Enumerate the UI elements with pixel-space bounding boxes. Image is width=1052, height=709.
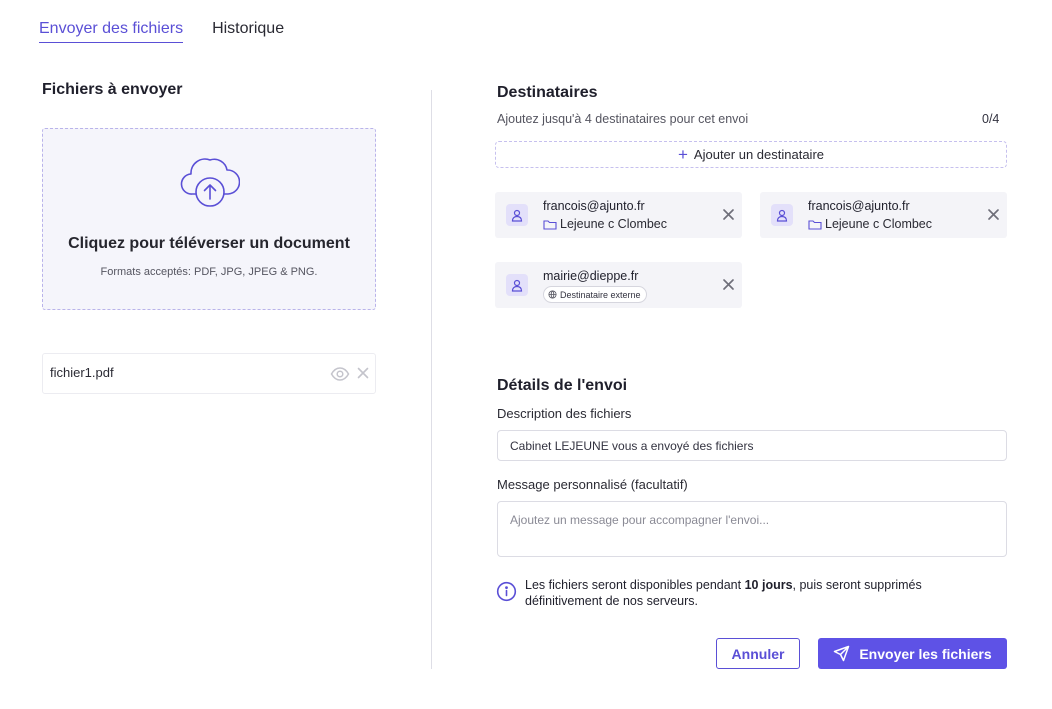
add-recipient-button[interactable]: + Ajouter un destinataire — [495, 141, 1007, 168]
info-icon — [496, 581, 517, 602]
description-input[interactable]: Cabinet LEJEUNE vous a envoyé des fichie… — [497, 430, 1007, 461]
send-files-button[interactable]: Envoyer les fichiers — [818, 638, 1007, 669]
user-icon — [506, 204, 528, 226]
tab-history[interactable]: Historique — [212, 20, 284, 43]
cancel-button[interactable]: Annuler — [716, 638, 800, 669]
tab-bar: Envoyer des fichiers Historique — [39, 20, 284, 43]
folder-icon — [808, 219, 822, 230]
remove-file-icon[interactable] — [356, 366, 370, 380]
recipient-email: mairie@dieppe.fr — [543, 269, 639, 283]
recipient-email: francois@ajunto.fr — [543, 199, 645, 213]
file-name: fichier1.pdf — [50, 365, 114, 380]
tab-send-files[interactable]: Envoyer des fichiers — [39, 20, 184, 43]
folder-icon — [543, 219, 557, 230]
recipients-count: 0/4 — [982, 112, 1000, 126]
recipient-folder: Lejeune c Clombec — [808, 217, 932, 231]
close-icon[interactable] — [987, 208, 1000, 221]
recipients-subtitle: Ajoutez jusqu'à 4 destinataires pour cet… — [497, 112, 749, 126]
close-icon[interactable] — [722, 278, 735, 291]
description-label: Description des fichiers — [497, 406, 632, 421]
message-label: Message personnalisé (facultatif) — [497, 477, 688, 492]
external-recipient-label: Destinataire externe — [560, 289, 641, 300]
recipient-card: francois@ajunto.fr Lejeune c Clombec — [760, 192, 1007, 238]
retention-duration: 10 jours — [744, 578, 793, 592]
recipient-card: francois@ajunto.fr Lejeune c Clombec — [495, 192, 742, 238]
column-divider — [431, 90, 432, 669]
recipient-card: mairie@dieppe.fr Destinataire externe — [495, 262, 742, 308]
globe-icon — [548, 290, 557, 299]
close-icon[interactable] — [722, 208, 735, 221]
retention-notice-start: Les fichiers seront disponibles pendant — [525, 578, 745, 592]
retention-notice: Les fichiers seront disponibles pendant … — [525, 577, 995, 609]
dropzone-formats: Formats acceptés: PDF, JPG, JPEG & PNG. — [100, 266, 318, 278]
cloud-upload-icon — [180, 158, 240, 207]
user-icon — [506, 274, 528, 296]
add-recipient-label: Ajouter un destinataire — [693, 147, 825, 162]
recipient-folder-name: Lejeune c Clombec — [825, 217, 933, 231]
upload-dropzone[interactable]: Cliquez pour téléverser un document Form… — [42, 128, 376, 310]
user-icon — [771, 204, 793, 226]
dropzone-title: Cliquez pour téléverser un document — [68, 235, 350, 252]
files-section-title: Fichiers à envoyer — [42, 81, 183, 98]
file-list-item: fichier1.pdf — [42, 353, 376, 394]
details-title: Détails de l'envoi — [497, 377, 628, 394]
plus-icon: + — [677, 145, 688, 164]
send-icon — [834, 645, 850, 662]
message-textarea[interactable]: Ajoutez un message pour accompagner l'en… — [497, 501, 1007, 557]
external-recipient-badge: Destinataire externe — [543, 286, 647, 303]
eye-icon[interactable] — [330, 366, 350, 382]
recipient-email: francois@ajunto.fr — [808, 199, 910, 213]
recipient-folder-name: Lejeune c Clombec — [560, 217, 668, 231]
recipients-title: Destinataires — [497, 84, 598, 101]
send-files-label: Envoyer les fichiers — [859, 645, 992, 662]
recipient-folder: Lejeune c Clombec — [543, 217, 667, 231]
